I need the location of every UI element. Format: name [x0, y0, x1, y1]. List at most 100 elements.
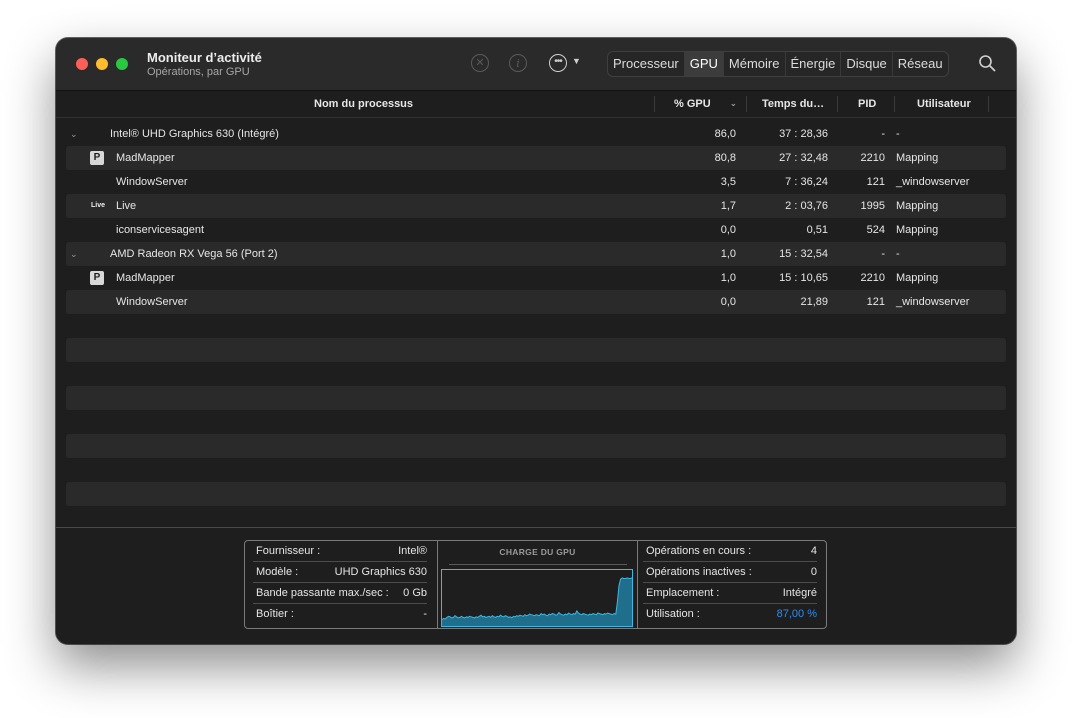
sort-chevron-icon[interactable]: ⌄: [730, 91, 737, 117]
app-title: Moniteur d’activité: [147, 50, 262, 65]
empty-row: [66, 410, 1006, 434]
tab-memoire[interactable]: Mémoire: [724, 52, 786, 76]
zoom-window-button[interactable]: [116, 58, 128, 70]
pid: 2210: [860, 272, 885, 284]
gpu-time: 2 : 03,76: [785, 200, 828, 212]
info-label: Fournisseur :: [256, 545, 321, 557]
process-row[interactable]: Live Live 1,7 2 : 03,76 1995 Mapping: [66, 194, 1006, 218]
info-label: Boîtier :: [256, 608, 294, 620]
gpu-name: AMD Radeon RX Vega 56 (Port 2): [110, 248, 278, 260]
tab-disque[interactable]: Disque: [841, 52, 893, 76]
disclosure-chevron-icon[interactable]: ⌄: [70, 122, 78, 146]
process-row[interactable]: iconservicesagent 0,0 0,51 524 Mapping: [66, 218, 1006, 242]
tab-bar: Processeur GPU Mémoire Énergie Disque Réseau: [607, 51, 949, 77]
tab-gpu[interactable]: GPU: [684, 52, 724, 76]
gpu-summary-area: Fournisseur : Intel® Modèle : UHD Graphics …: [56, 528, 1016, 644]
pid: -: [881, 128, 885, 140]
gpu-time: 21,89: [800, 296, 828, 308]
madmapper-icon: P: [90, 271, 104, 285]
gpu-load-area: [442, 577, 632, 626]
column-divider: [837, 96, 838, 112]
info-label: Opérations en cours :: [646, 545, 752, 557]
empty-row: [66, 338, 1006, 362]
info-value: 0: [810, 566, 817, 578]
info-row: Boîtier : -: [253, 604, 427, 624]
process-row[interactable]: P MadMapper 80,8 27 : 32,48 2210 Mapping: [66, 146, 1006, 170]
user: Mapping: [896, 200, 939, 212]
chart-title-underline: [449, 564, 627, 565]
column-divider: [654, 96, 655, 112]
gpu-percent: 80,8: [714, 152, 736, 164]
info-value: 4: [810, 545, 817, 557]
info-row: Fournisseur : Intel®: [253, 541, 427, 562]
titlebar: Moniteur d’activité Opérations, par GPU …: [56, 38, 1016, 91]
column-divider: [894, 96, 895, 112]
info-label: Modèle :: [256, 566, 299, 578]
empty-row: [66, 434, 1006, 458]
gpu-info-left: Fournisseur : Intel® Modèle : UHD Graphics …: [253, 541, 427, 624]
gpu-group-row[interactable]: ⌄ Intel® UHD Graphics 630 (Intégré) 86,0 37…: [66, 122, 1006, 146]
column-header-user[interactable]: Utilisateur: [917, 91, 971, 117]
info-row: Opérations en cours : 4: [643, 541, 817, 562]
tab-processeur[interactable]: Processeur: [608, 52, 685, 76]
column-divider: [988, 96, 989, 112]
empty-row: [66, 482, 1006, 506]
empty-row: [66, 386, 1006, 410]
column-header-name[interactable]: Nom du processus: [314, 91, 413, 117]
gpu-load-chart: CHARGE DU GPU: [437, 541, 638, 628]
disclosure-chevron-icon[interactable]: ⌄: [70, 242, 78, 266]
info-value: UHD Graphics 630: [334, 566, 427, 578]
gpu-time: 15 : 32,54: [779, 248, 828, 260]
gpu-percent: 0,0: [720, 224, 736, 236]
info-row: Emplacement : Intégré: [643, 583, 817, 604]
column-header-gpu[interactable]: % GPU: [674, 91, 711, 117]
gpu-percent: 1,0: [720, 272, 736, 284]
search-icon[interactable]: [978, 54, 996, 72]
ellipsis-icon[interactable]: •••: [549, 54, 567, 72]
chevron-down-icon[interactable]: ▼: [572, 56, 581, 66]
user: Mapping: [896, 272, 939, 284]
tab-energie[interactable]: Énergie: [786, 52, 842, 76]
info-label: Utilisation :: [646, 608, 700, 620]
user: _windowserver: [896, 176, 970, 188]
gpu-info-panel: Fournisseur : Intel® Modèle : UHD Graphics …: [244, 540, 827, 629]
info-value: Intégré: [782, 587, 817, 599]
info-label: Opérations inactives :: [646, 566, 752, 578]
gpu-info-right: Opérations en cours : 4 Opérations inactiv…: [643, 541, 817, 624]
process-name: iconservicesagent: [116, 224, 205, 236]
user: Mapping: [896, 152, 939, 164]
pid: 524: [866, 224, 885, 236]
info-row: Opérations inactives : 0: [643, 562, 817, 583]
gpu-percent: 0,0: [720, 296, 736, 308]
pid: 121: [866, 296, 885, 308]
empty-row: [66, 458, 1006, 482]
gpu-time: 0,51: [806, 224, 828, 236]
user: -: [896, 128, 900, 140]
chart-title: CHARGE DU GPU: [499, 547, 576, 557]
info-row: Utilisation : 87,00 %: [643, 604, 817, 624]
gpu-time: 27 : 32,48: [779, 152, 828, 164]
info-value: 0 Gb: [403, 587, 427, 599]
pid: 1995: [860, 200, 885, 212]
empty-row: [66, 314, 1006, 338]
tab-reseau[interactable]: Réseau: [893, 52, 948, 76]
process-row[interactable]: WindowServer 3,5 7 : 36,24 121 _windowserver: [66, 170, 1006, 194]
process-row[interactable]: P MadMapper 1,0 15 : 10,65 2210 Mapping: [66, 266, 1006, 290]
process-row[interactable]: WindowServer 0,0 21,89 121 _windowserver: [66, 290, 1006, 314]
gpu-load-line: [441, 577, 633, 620]
gpu-load-graph: [441, 569, 633, 627]
column-divider: [746, 96, 747, 112]
info-value: 87,00 %: [776, 608, 817, 620]
minimize-window-button[interactable]: [96, 58, 108, 70]
info-row: Modèle : UHD Graphics 630: [253, 562, 427, 583]
column-header-time[interactable]: Temps du…: [762, 91, 824, 117]
process-name: WindowServer: [116, 176, 188, 188]
gpu-group-row[interactable]: ⌄ AMD Radeon RX Vega 56 (Port 2) 1,0 15 : 3…: [66, 242, 1006, 266]
gpu-percent: 86,0: [714, 128, 736, 140]
pid: -: [881, 248, 885, 260]
close-window-button[interactable]: [76, 58, 88, 70]
info-icon[interactable]: i: [509, 54, 527, 72]
info-label: Emplacement :: [646, 587, 720, 599]
column-header-pid[interactable]: PID: [858, 91, 876, 117]
stop-process-icon[interactable]: ✕: [471, 54, 489, 72]
